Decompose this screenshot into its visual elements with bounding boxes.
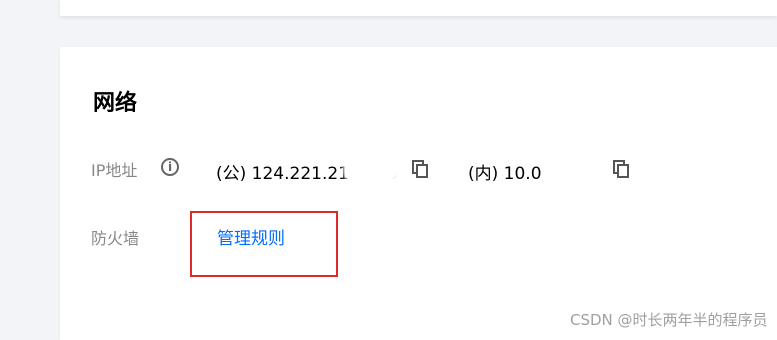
redaction-blur — [550, 157, 612, 183]
section-title: 网络 — [93, 91, 138, 116]
copy-icon[interactable] — [412, 160, 428, 178]
network-card: 网络 IP地址 i (公) 124.221.21 3 (内) 10.0 防火墙 … — [60, 47, 777, 340]
ip-address-label: IP地址 — [91, 161, 138, 180]
copy-icon[interactable] — [613, 160, 629, 178]
highlight-annotation-box — [190, 211, 338, 277]
info-icon[interactable]: i — [161, 158, 179, 176]
previous-card — [60, 0, 777, 16]
firewall-label: 防火墙 — [91, 229, 140, 248]
watermark: CSDN @时长两年半的程序员 — [570, 311, 768, 329]
redaction-blur — [343, 157, 401, 183]
page: 网络 IP地址 i (公) 124.221.21 3 (内) 10.0 防火墙 … — [0, 0, 777, 340]
